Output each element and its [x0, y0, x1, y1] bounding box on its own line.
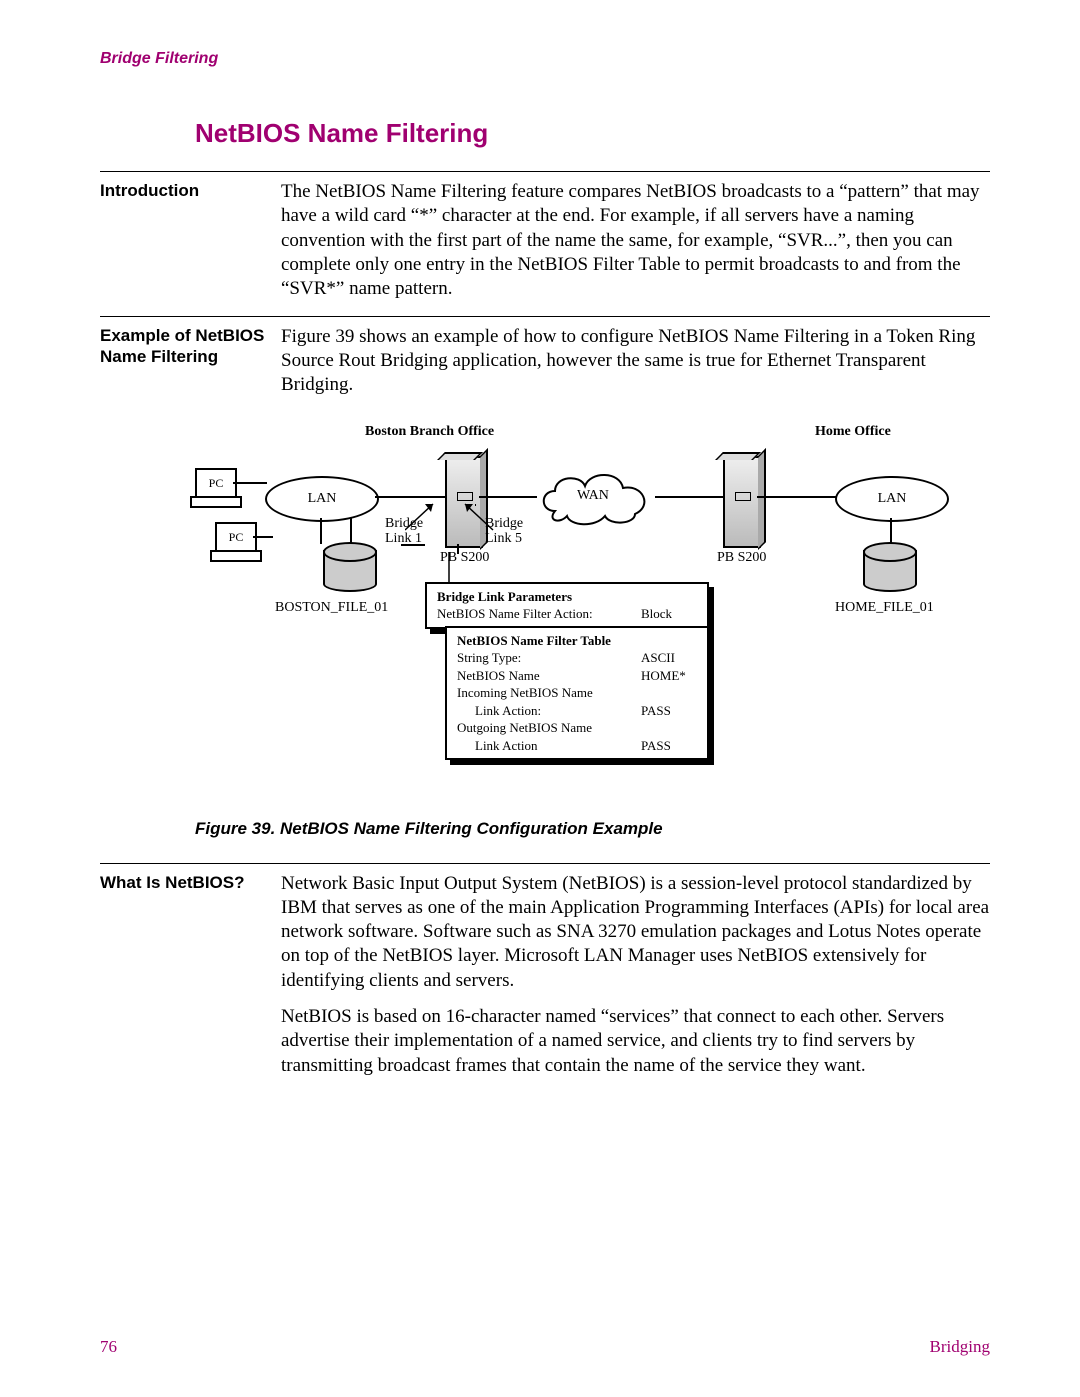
example-text: Figure 39 shows an example of how to con… [281, 325, 990, 398]
boston-office-label: Boston Branch Office [365, 424, 494, 440]
section-title: NetBIOS Name Filtering [195, 118, 990, 149]
netbios-filter-table-box: NetBIOS Name Filter Table String Type:AS… [445, 626, 709, 761]
running-head: Bridge Filtering [100, 50, 990, 68]
box1-title: Bridge Link Parameters [437, 588, 697, 606]
box2-r2k: NetBIOS Name [457, 667, 641, 685]
chapter-name: Bridging [930, 1337, 990, 1357]
rule [100, 863, 990, 864]
home-office-label: Home Office [815, 424, 891, 440]
wan-cloud-icon: WAN [535, 466, 655, 526]
what-block: What Is NetBIOS? Network Basic Input Out… [100, 872, 990, 1091]
database-icon [323, 542, 377, 592]
pc-icon: PC [195, 468, 237, 500]
example-block: Example of NetBIOS Name Filtering Figure… [100, 325, 990, 410]
home-file-label: HOME_FILE_01 [835, 600, 934, 616]
figure: Boston Branch Office Home Office PC PC L… [195, 424, 990, 789]
rule [100, 316, 990, 317]
what-label: What Is NetBIOS? [100, 872, 281, 1091]
lan-label: LAN [308, 491, 337, 507]
box2-r4ak: Link Action [475, 737, 641, 755]
box2-r3av: PASS [641, 702, 697, 720]
boston-file-label: BOSTON_FILE_01 [275, 600, 388, 616]
intro-block: Introduction The NetBIOS Name Filtering … [100, 180, 990, 314]
lan-oval: LAN [835, 476, 949, 522]
wan-label: WAN [577, 488, 609, 504]
box2-title: NetBIOS Name Filter Table [457, 632, 697, 650]
figure-caption: Figure 39. NetBIOS Name Filtering Config… [195, 819, 990, 839]
lan-oval: LAN [265, 476, 379, 522]
what-p1: Network Basic Input Output System (NetBI… [281, 872, 990, 994]
box2-r3k: Incoming NetBIOS Name [457, 684, 697, 702]
example-label: Example of NetBIOS Name Filtering [100, 325, 281, 410]
pc-icon: PC [215, 522, 257, 554]
box1-key: NetBIOS Name Filter Action: [437, 605, 641, 623]
page-number: 76 [100, 1337, 117, 1357]
rule [100, 171, 990, 172]
pb-s200-label: PB S200 [717, 550, 766, 566]
lan-label: LAN [878, 491, 907, 507]
box2-r4av: PASS [641, 737, 697, 755]
box2-r1k: String Type: [457, 649, 641, 667]
intro-text: The NetBIOS Name Filtering feature compa… [281, 180, 990, 302]
box2-r1v: ASCII [641, 649, 697, 667]
box2-r4k: Outgoing NetBIOS Name [457, 719, 697, 737]
box2-r2v: HOME* [641, 667, 697, 685]
box1-val: Block [641, 605, 697, 623]
box2-r3ak: Link Action: [475, 702, 641, 720]
footer: 76 Bridging [100, 1337, 990, 1357]
what-p2: NetBIOS is based on 16-character named “… [281, 1005, 990, 1078]
pc-label: PC [217, 524, 255, 550]
database-icon [863, 542, 917, 592]
intro-label: Introduction [100, 180, 281, 314]
pc-label: PC [197, 470, 235, 496]
router-icon [723, 456, 761, 548]
